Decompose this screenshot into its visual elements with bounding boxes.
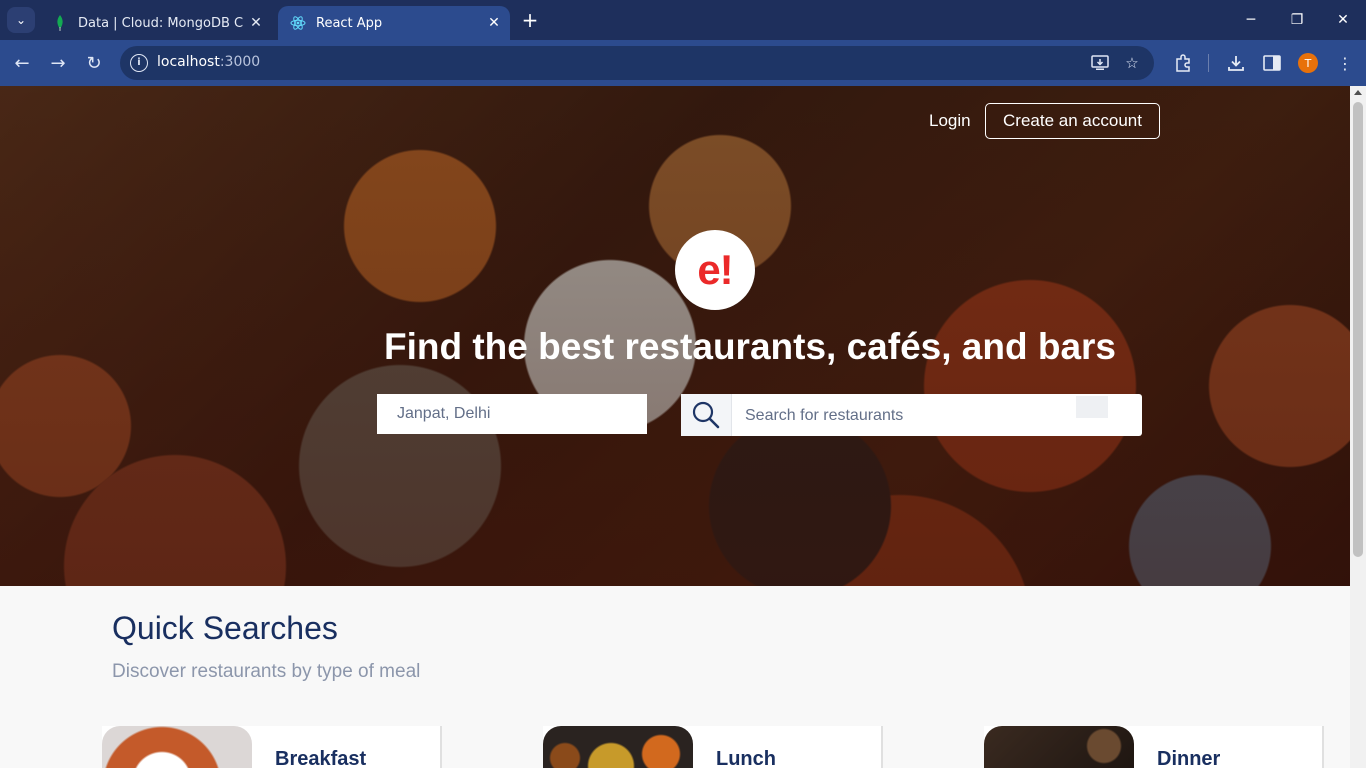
logo-text: e! (697, 246, 733, 293)
reload-button[interactable]: ↻ (80, 49, 108, 77)
close-icon[interactable]: ✕ (482, 15, 506, 31)
minimize-button[interactable]: ─ (1228, 0, 1274, 40)
tab-search-button[interactable]: ⌄ (7, 7, 35, 33)
browser-tab-strip: ⌄ Data | Cloud: MongoDB Cloud ✕ React Ap… (0, 0, 1366, 40)
close-icon[interactable]: ✕ (244, 15, 268, 31)
section-subtitle: Discover restaurants by type of meal (112, 661, 421, 682)
meal-card-lunch[interactable]: Lunch (543, 726, 883, 768)
meal-card-dinner[interactable]: Dinner (984, 726, 1324, 768)
tab-mongodb[interactable]: Data | Cloud: MongoDB Cloud ✕ (40, 6, 272, 40)
meal-card-title: Dinner (1157, 748, 1221, 768)
new-tab-button[interactable]: + (518, 9, 542, 31)
toolbar-divider (1208, 54, 1209, 72)
close-icon: ✕ (1337, 12, 1349, 28)
plus-icon: + (521, 8, 539, 32)
tab-react-app[interactable]: React App ✕ (278, 6, 510, 40)
restore-icon: ❐ (1290, 12, 1304, 28)
back-button[interactable]: ← (8, 49, 36, 77)
location-input[interactable] (377, 394, 647, 434)
hero-banner: Login Create an account e! Find the best… (0, 86, 1350, 586)
url-host: localhost (157, 54, 220, 70)
tab-title: React App (316, 15, 383, 31)
extensions-icon[interactable] (1172, 52, 1194, 74)
card-divider (881, 726, 883, 768)
arrow-right-icon: → (50, 52, 66, 74)
url-port: :3000 (219, 54, 261, 70)
page-scrollbar[interactable] (1350, 86, 1366, 768)
tab-title: Data | Cloud: MongoDB Cloud (78, 15, 244, 31)
arrow-left-icon: ← (14, 52, 30, 74)
search-input-decoration (1076, 396, 1108, 418)
meal-thumbnail (102, 726, 252, 768)
mongodb-leaf-icon (52, 15, 68, 31)
browser-toolbar: ← → ↻ i localhost:3000 ☆ T ⋮ (0, 40, 1366, 86)
url-text: localhost:3000 (157, 54, 260, 70)
card-divider (440, 726, 442, 768)
search-input[interactable] (743, 394, 1077, 438)
chevron-down-icon: ⌄ (15, 13, 27, 27)
card-divider (1322, 726, 1324, 768)
scroll-up-arrow-icon[interactable] (1354, 90, 1362, 95)
react-icon (290, 15, 306, 31)
section-title: Quick Searches (112, 610, 338, 646)
search-icon[interactable] (681, 394, 732, 436)
menu-kebab-icon[interactable]: ⋮ (1334, 52, 1356, 74)
meal-card-breakfast[interactable]: Breakfast (102, 726, 442, 768)
login-link[interactable]: Login (929, 111, 971, 131)
site-info-icon[interactable]: i (130, 54, 148, 72)
create-account-button[interactable]: Create an account (985, 103, 1160, 139)
meal-card-title: Breakfast (275, 748, 367, 768)
close-window-button[interactable]: ✕ (1320, 0, 1366, 40)
restaurant-search (681, 394, 1142, 438)
bookmark-star-icon[interactable]: ☆ (1122, 53, 1142, 73)
profile-avatar[interactable]: T (1298, 53, 1318, 73)
meal-card-title: Lunch (716, 748, 776, 768)
brand-logo: e! (675, 230, 755, 310)
meal-thumbnail (984, 726, 1134, 768)
hero-headline: Find the best restaurants, cafés, and ba… (384, 326, 1116, 367)
side-panel-icon[interactable] (1261, 52, 1283, 74)
install-app-icon[interactable] (1090, 53, 1110, 73)
scrollbar-thumb[interactable] (1353, 102, 1363, 557)
restore-button[interactable]: ❐ (1274, 0, 1320, 40)
forward-button[interactable]: → (44, 49, 72, 77)
minimize-icon: ─ (1246, 12, 1256, 28)
meal-thumbnail (543, 726, 693, 768)
reload-icon: ↻ (86, 52, 102, 74)
downloads-icon[interactable] (1225, 52, 1247, 74)
address-bar[interactable]: i localhost:3000 ☆ (120, 46, 1154, 80)
